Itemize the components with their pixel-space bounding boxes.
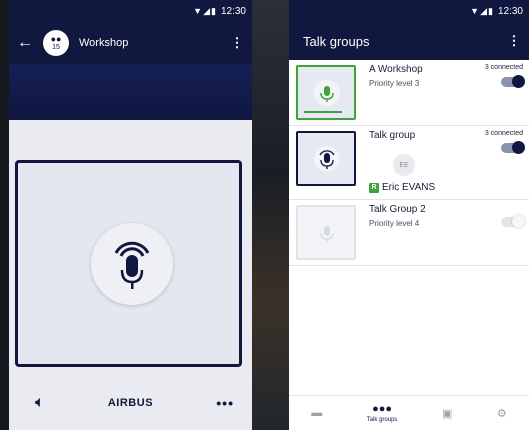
mini-ptt [314,146,340,172]
talk-group-row[interactable]: Talk Group 2 Priority level 4 [289,200,529,266]
settings-icon: ⚙ [496,407,507,420]
status-bar: ▼◢▮ 12:30 [289,0,529,22]
groups-icon: ●●● [372,403,393,415]
talk-group-row[interactable]: Talk group 3 connected EE R Eric EVANS [289,126,529,200]
group-title: Workshop [79,37,129,49]
bottom-bar: 🔈︎ AIRBUS ••• [9,375,252,430]
connected-count: 3 connected [484,64,523,71]
header: ← ●● 15 Workshop ⋮ [9,22,252,64]
talk-groups-screen: ▼◢▮ 12:30 Talk groups ⋮ A Workshop Prior… [289,0,529,430]
nav-contacts[interactable]: ▣ [442,407,452,420]
background [250,0,290,430]
group-thumbnail[interactable] [296,131,356,186]
group-name: Talk Group 2 [369,204,426,215]
microphone-icon [319,150,335,169]
group-toggle[interactable] [501,215,525,228]
status-time: 12:30 [220,5,246,17]
more-options-icon[interactable]: ••• [216,395,234,411]
signal-battery-icon: ▼◢▮ [470,5,494,16]
talk-group-row[interactable]: A Workshop Priority level 3 3 connected [289,60,529,126]
nav-settings[interactable]: ⚙ [497,407,507,420]
group-toggle[interactable] [501,75,525,88]
group-thumbnail[interactable] [296,205,356,260]
connected-count: 3 connected [484,130,523,137]
group-priority: Priority level 3 [369,79,420,88]
group-name: A Workshop [369,64,423,75]
toggle-knob [512,75,525,88]
speaker-name: Eric EVANS [382,182,436,193]
ptt-button[interactable] [91,223,173,305]
back-arrow-icon[interactable]: ← [17,34,43,52]
bottom-nav: ▬ ●●● Talk groups ▣ ⚙ [289,395,529,430]
member-count: 15 [52,44,60,51]
speaker-icon[interactable]: 🔈︎ [35,394,45,412]
speaker-avatar: EE [393,154,415,176]
nav-label: Talk groups [366,417,398,423]
header-band [9,64,252,120]
microphone-icon [320,86,334,102]
group-avatar[interactable]: ●● 15 [43,30,69,56]
microphone-icon [320,226,334,242]
toggle-knob [512,141,525,154]
toggle-knob [512,215,525,228]
group-thumbnail[interactable] [296,65,356,120]
talk-group-list: A Workshop Priority level 3 3 connected … [289,60,529,266]
group-toggle[interactable] [501,141,525,154]
group-priority: Priority level 4 [369,219,420,228]
mini-ptt [314,220,340,246]
group-name: Talk group [369,130,416,141]
more-menu-icon[interactable]: ⋮ [230,35,244,51]
chat-icon: ▬ [311,407,323,419]
top-bar: ▼◢▮ 12:30 Talk groups ⋮ [289,0,529,60]
people-icon: ●● [50,34,62,44]
current-speaker: R Eric EVANS [369,182,435,193]
header: Talk groups ⋮ [289,22,529,60]
more-menu-icon[interactable]: ⋮ [507,33,521,49]
status-time: 12:30 [497,5,523,17]
ptt-screen: ▼◢▮ 12:30 ← ●● 15 Workshop ⋮ 🔈︎ AIRBUS •… [9,0,252,430]
signal-battery-icon: ▼◢▮ [193,5,217,16]
mini-ptt [314,80,340,106]
contacts-icon: ▣ [441,407,453,420]
role-badge: R [369,182,379,193]
status-bar: ▼◢▮ 12:30 [9,0,252,22]
page-title: Talk groups [303,33,370,49]
nav-talk-groups[interactable]: ●●● Talk groups [367,403,398,423]
activity-bar [304,111,342,113]
brand-logo: AIRBUS [107,396,154,409]
microphone-icon [114,241,150,289]
nav-messages[interactable]: ▬ [311,407,322,419]
top-bar: ▼◢▮ 12:30 ← ●● 15 Workshop ⋮ [9,0,252,64]
ptt-area[interactable] [15,160,242,367]
